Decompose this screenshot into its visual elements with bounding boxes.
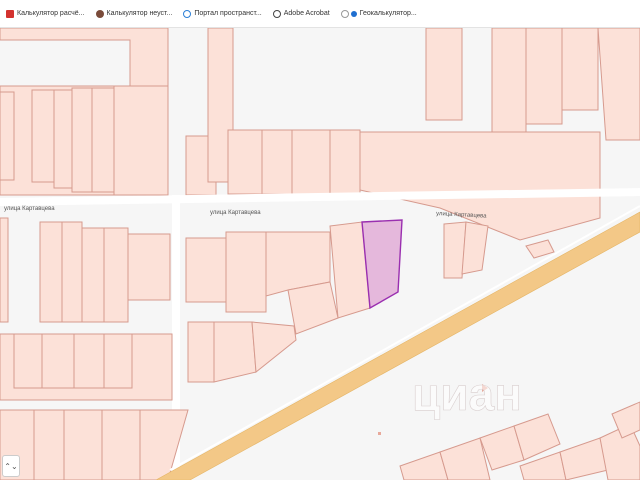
parcel[interactable] — [103, 227, 129, 323]
parcel[interactable] — [291, 129, 331, 195]
bookmark-label: Портал пространст... — [194, 10, 262, 17]
bookmark-label: Геокалькулятор... — [359, 10, 417, 17]
parcel[interactable] — [91, 87, 115, 193]
parcel[interactable] — [127, 233, 171, 301]
parcel[interactable] — [81, 227, 105, 323]
bookmark-label: Калькулятор расчё... — [17, 10, 85, 17]
parcel[interactable] — [329, 129, 361, 195]
parcel[interactable] — [525, 28, 563, 125]
parcel[interactable] — [71, 87, 93, 193]
bookmark-calculator-penalty[interactable]: Калькулятор неуст... — [95, 9, 173, 18]
parcel[interactable] — [491, 28, 527, 133]
geo-dot-icon — [350, 10, 357, 17]
parcel[interactable] — [561, 28, 599, 111]
parcel[interactable] — [61, 221, 83, 323]
parcel[interactable] — [53, 89, 73, 189]
bookmark-label: Adobe Acrobat — [283, 10, 330, 17]
parcel[interactable] — [103, 333, 133, 389]
parcel[interactable] — [261, 129, 293, 195]
parcel[interactable] — [213, 321, 257, 383]
parcel[interactable] — [39, 221, 63, 323]
parcel[interactable] — [101, 409, 141, 480]
map-canvas[interactable]: улица Картавцева улица Картавцева улица … — [0, 28, 640, 480]
bookmarks-bar: Калькулятор расчё... Калькулятор неуст..… — [0, 0, 640, 28]
parcel[interactable] — [63, 409, 103, 480]
parcel[interactable] — [33, 409, 65, 480]
parcel[interactable] — [227, 129, 263, 195]
coin-icon — [95, 9, 104, 18]
parcel[interactable] — [13, 333, 43, 389]
parcel[interactable] — [0, 217, 9, 323]
bookmark-portal[interactable]: Портал пространст... — [183, 9, 262, 18]
scroll-control[interactable]: ⌃⌄ — [2, 455, 20, 477]
parcel[interactable] — [225, 231, 267, 313]
bookmark-adobe-acrobat[interactable]: Adobe Acrobat — [272, 9, 330, 18]
map-dot-icon — [378, 432, 381, 435]
parcel[interactable] — [113, 85, 169, 196]
street-label: улица Картавцева — [4, 206, 55, 212]
bookmark-label: Калькулятор неуст... — [106, 10, 173, 17]
parcel[interactable] — [41, 333, 75, 389]
bookmark-calculator-calc[interactable]: Калькулятор расчё... — [6, 9, 85, 18]
parcel[interactable] — [31, 89, 55, 183]
globe-icon — [183, 9, 192, 18]
cadastral-map[interactable]: улица Картавцева улица Картавцева улица … — [0, 28, 640, 480]
globe-icon — [272, 9, 281, 18]
parcel[interactable] — [73, 333, 105, 389]
parcel[interactable] — [185, 237, 227, 303]
scroll-arrows-icon: ⌃⌄ — [4, 461, 18, 471]
parcel[interactable] — [425, 28, 463, 121]
bookmark-geocalculator[interactable]: Геокалькулятор... — [340, 9, 417, 18]
geo-icon — [340, 9, 349, 18]
parcel[interactable] — [187, 321, 215, 383]
parcel[interactable] — [597, 28, 640, 141]
watermark-cian: циан — [412, 368, 522, 420]
street-label: улица Картавцева — [210, 210, 261, 216]
red-document-icon — [6, 9, 14, 18]
parcel[interactable] — [0, 91, 15, 181]
